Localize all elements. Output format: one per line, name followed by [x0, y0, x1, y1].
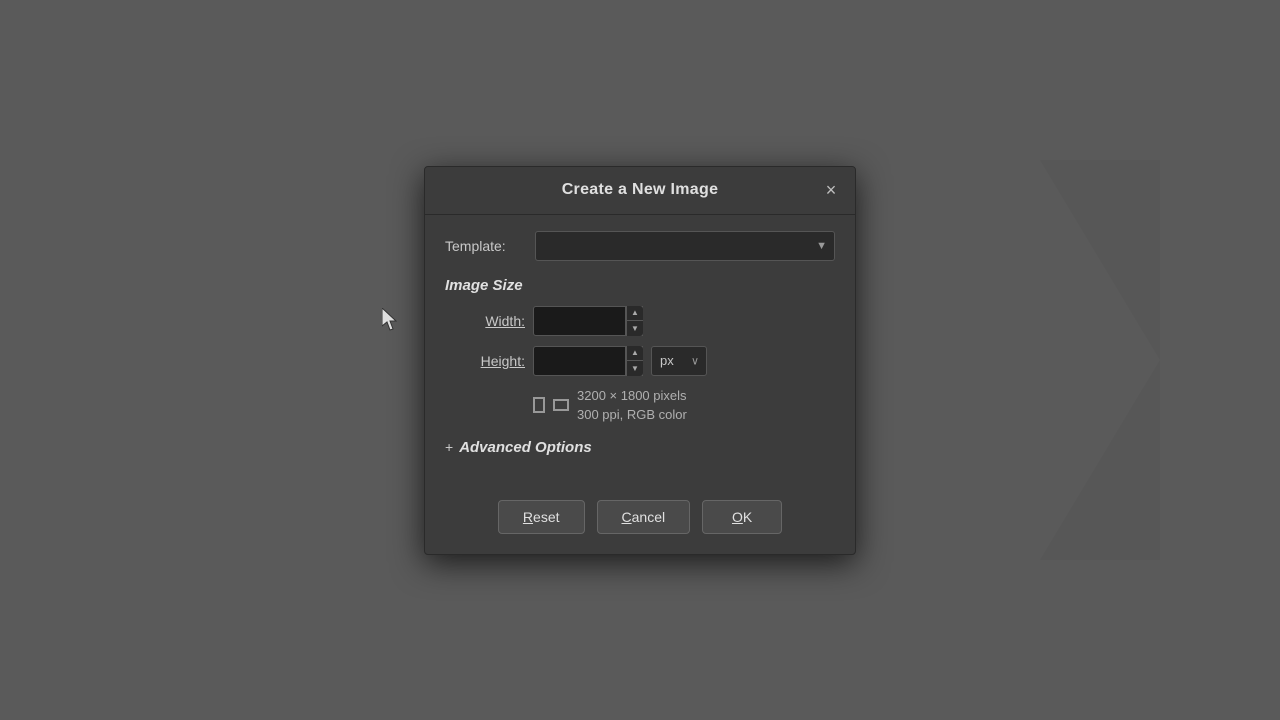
width-row: Width: 3200 ▲ ▼	[445, 306, 835, 336]
template-select-wrapper: ▼	[535, 231, 835, 261]
advanced-plus-icon: +	[445, 439, 453, 455]
unit-select[interactable]: px in mm cm pt pica	[651, 346, 707, 376]
cancel-label: C	[622, 509, 632, 525]
height-spinner-wrapper: ▲ ▼	[533, 346, 643, 376]
height-label: Height:	[445, 353, 525, 369]
reset-label: R	[523, 509, 533, 525]
ok-button[interactable]: OK	[702, 500, 782, 534]
template-row: Template: ▼	[445, 231, 835, 261]
advanced-label: Advanced Options	[459, 439, 592, 456]
width-spinner-wrapper: 3200 ▲ ▼	[533, 306, 643, 336]
width-label: Width:	[445, 313, 525, 329]
reset-button[interactable]: Reset	[498, 500, 585, 534]
dialog-title: Create a New Image	[562, 181, 719, 199]
height-down-button[interactable]: ▼	[626, 361, 643, 376]
width-label-text: Width:	[485, 313, 525, 329]
width-spinner-buttons: ▲ ▼	[625, 306, 643, 336]
height-row: Height: ▲ ▼ px in mm cm pt pica ∨	[445, 346, 835, 376]
image-color-text: 300 ppi, RGB color	[577, 407, 687, 422]
image-size-heading: Image Size	[445, 277, 835, 294]
width-down-button[interactable]: ▼	[626, 321, 643, 336]
unit-select-wrapper: px in mm cm pt pica ∨	[651, 346, 707, 376]
height-spinner-buttons: ▲ ▼	[625, 346, 643, 376]
reset-label-rest: eset	[533, 509, 559, 525]
height-label-text: Height:	[481, 353, 525, 369]
image-dimensions-text: 3200 × 1800 pixels	[577, 388, 687, 403]
image-info-text: 3200 × 1800 pixels 300 ppi, RGB color	[577, 386, 687, 425]
ok-label: O	[732, 509, 743, 525]
template-label: Template:	[445, 238, 525, 254]
width-up-button[interactable]: ▲	[626, 306, 643, 322]
cancel-button[interactable]: Cancel	[597, 500, 691, 534]
dialog-footer: Reset Cancel OK	[425, 492, 855, 554]
advanced-options-toggle[interactable]: + Advanced Options	[445, 439, 835, 456]
mouse-cursor	[382, 308, 402, 337]
dialog-body: Template: ▼ Image Size Width: 3200 ▲ ▼	[425, 215, 855, 492]
landscape-icon[interactable]	[553, 399, 569, 411]
ok-label-rest: K	[743, 509, 752, 525]
height-up-button[interactable]: ▲	[626, 346, 643, 362]
cancel-label-rest: ancel	[632, 509, 665, 525]
portrait-icon[interactable]	[533, 397, 545, 413]
image-info-row: 3200 × 1800 pixels 300 ppi, RGB color	[533, 386, 835, 425]
create-image-dialog: Create a New Image × Template: ▼ Image S…	[424, 166, 856, 555]
background-decoration	[1040, 160, 1160, 560]
close-button[interactable]: ×	[819, 178, 843, 202]
template-select[interactable]	[535, 231, 835, 261]
dialog-titlebar: Create a New Image ×	[425, 167, 855, 215]
